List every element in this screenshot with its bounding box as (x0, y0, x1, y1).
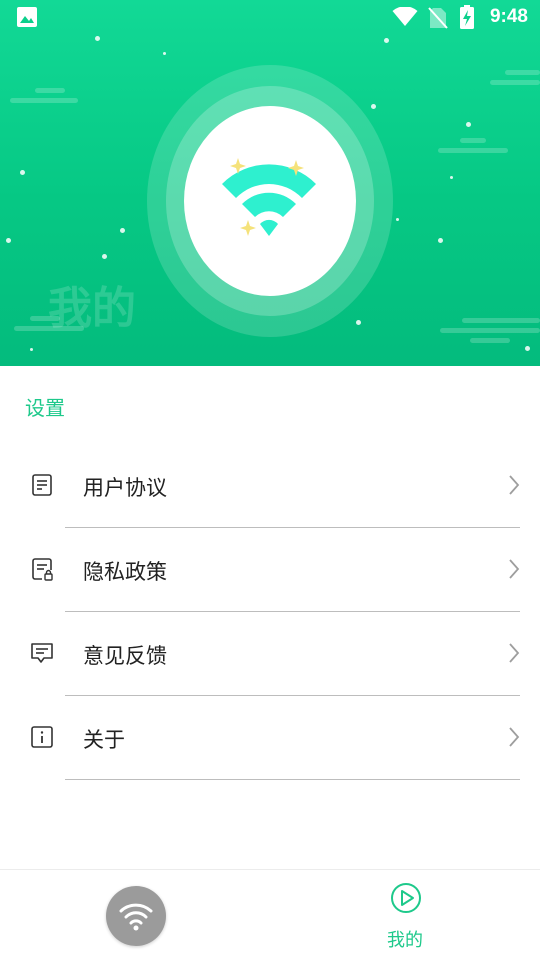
star-decoration (356, 320, 361, 325)
star-decoration (95, 36, 100, 41)
bottom-nav: 我的 (0, 869, 540, 960)
status-bar: 9:48 (0, 0, 540, 36)
menu-item-privacy-policy[interactable]: 隐私政策 (0, 528, 540, 612)
cloud-decoration (10, 98, 78, 103)
hero-header: 9:48 我的 (0, 0, 540, 366)
cloud-decoration (490, 80, 540, 85)
privacy-document-icon (30, 557, 54, 581)
wifi-icon (216, 150, 322, 246)
star-decoration (163, 52, 166, 55)
star-decoration (396, 218, 399, 221)
menu-item-label: 意见反馈 (83, 644, 167, 668)
star-decoration (102, 254, 107, 259)
menu-item-about[interactable]: 关于 (0, 696, 540, 780)
star-decoration (525, 346, 530, 351)
star-decoration (384, 38, 389, 43)
wifi-icon (119, 903, 153, 931)
star-decoration (20, 170, 25, 175)
star-decoration (450, 176, 453, 179)
hero-watermark: 我的 (48, 283, 136, 334)
menu-item-label: 隐私政策 (83, 560, 167, 584)
cloud-decoration (470, 338, 510, 343)
section-title: 设置 (25, 396, 65, 420)
settings-menu: 用户协议 隐私政策 意见反馈 关于 (0, 444, 540, 780)
feedback-icon (30, 641, 54, 665)
status-time: 9:48 (489, 6, 528, 27)
no-sim-icon (428, 7, 448, 33)
wifi-signal-icon (392, 6, 418, 31)
menu-item-feedback[interactable]: 意见反馈 (0, 612, 540, 696)
star-decoration (371, 104, 376, 109)
menu-item-label: 用户协议 (83, 476, 167, 500)
nav-tab-label: 我的 (387, 930, 423, 951)
cloud-decoration (440, 328, 540, 333)
star-decoration (466, 122, 471, 127)
document-icon (30, 473, 54, 497)
cloud-decoration (462, 318, 540, 323)
star-decoration (438, 238, 443, 243)
cloud-decoration (35, 88, 65, 93)
star-decoration (120, 228, 125, 233)
chevron-right-icon (508, 726, 520, 752)
battery-charging-icon (460, 5, 474, 33)
play-circle-icon (390, 882, 422, 918)
nav-tab-mine[interactable]: 我的 (370, 880, 440, 960)
cloud-decoration (438, 148, 508, 153)
image-icon (16, 6, 38, 32)
chevron-right-icon (508, 642, 520, 668)
nav-tab-wifi[interactable] (106, 886, 166, 946)
cloud-decoration (505, 70, 540, 75)
menu-item-label: 关于 (83, 728, 125, 752)
divider (65, 779, 520, 780)
chevron-right-icon (508, 558, 520, 584)
cloud-decoration (460, 138, 486, 143)
chevron-right-icon (508, 474, 520, 500)
star-decoration (30, 348, 33, 351)
menu-item-user-agreement[interactable]: 用户协议 (0, 444, 540, 528)
info-icon (30, 725, 54, 749)
star-decoration (6, 238, 11, 243)
